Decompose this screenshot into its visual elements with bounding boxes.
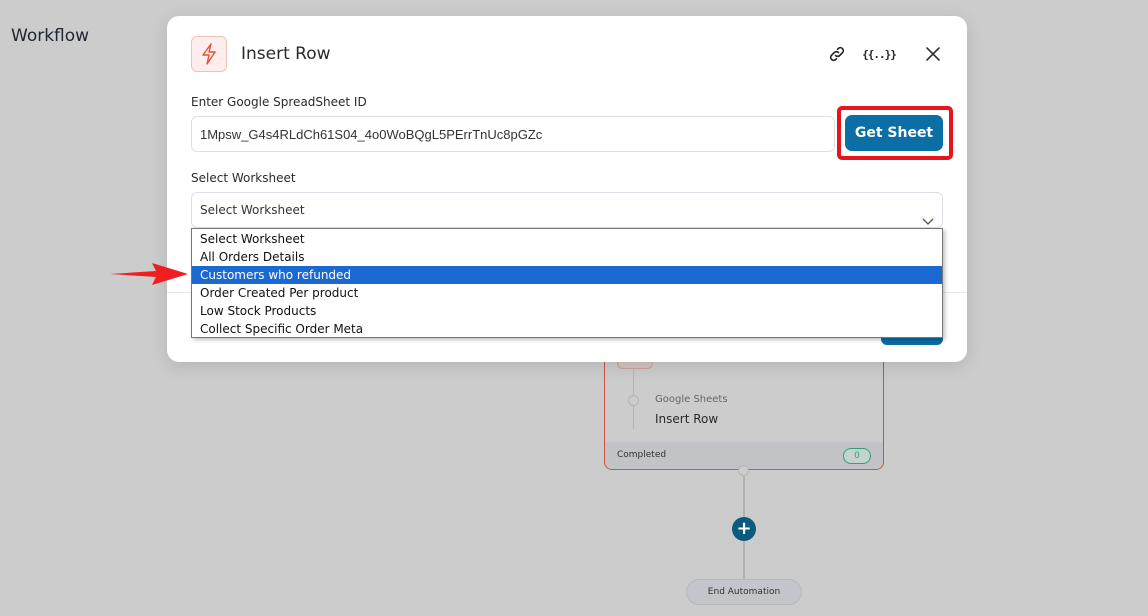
variables-icon[interactable]: {{..}}: [862, 42, 897, 66]
spreadsheet-id-input[interactable]: [191, 116, 835, 152]
completed-label: Completed: [617, 450, 667, 460]
worksheet-option[interactable]: Low Stock Products: [192, 302, 942, 320]
worksheet-dropdown-list: Select Worksheet All Orders Details Cust…: [191, 228, 943, 338]
worksheet-label: Select Worksheet: [191, 171, 296, 185]
worksheet-select[interactable]: Select Worksheet: [191, 192, 943, 228]
link-icon[interactable]: [825, 42, 849, 66]
close-icon[interactable]: [921, 42, 945, 66]
worksheet-option[interactable]: All Orders Details: [192, 248, 942, 266]
add-step-button[interactable]: +: [732, 517, 756, 541]
page-title: Workflow: [11, 26, 90, 46]
modal-title: Insert Row: [241, 44, 331, 64]
spreadsheet-id-label: Enter Google SpreadSheet ID: [191, 95, 367, 109]
worksheet-option[interactable]: Select Worksheet: [192, 230, 942, 248]
step-dot-icon: [628, 395, 639, 406]
step-app-name: Google Sheets: [655, 394, 728, 405]
annotation-arrow-icon: [110, 263, 188, 285]
worksheet-option-highlighted[interactable]: Customers who refunded: [192, 266, 942, 284]
worksheet-select-value: Select Worksheet: [200, 203, 305, 217]
step-name[interactable]: Insert Row: [655, 412, 718, 426]
lightning-icon: [191, 36, 227, 72]
end-automation-node[interactable]: End Automation: [686, 579, 802, 605]
worksheet-option[interactable]: Collect Specific Order Meta: [192, 320, 942, 338]
completed-count-badge: 0: [843, 448, 871, 464]
worksheet-option[interactable]: Order Created Per product: [192, 284, 942, 302]
get-sheet-button[interactable]: Get Sheet: [845, 115, 943, 151]
connector-dot-icon: [738, 465, 749, 476]
